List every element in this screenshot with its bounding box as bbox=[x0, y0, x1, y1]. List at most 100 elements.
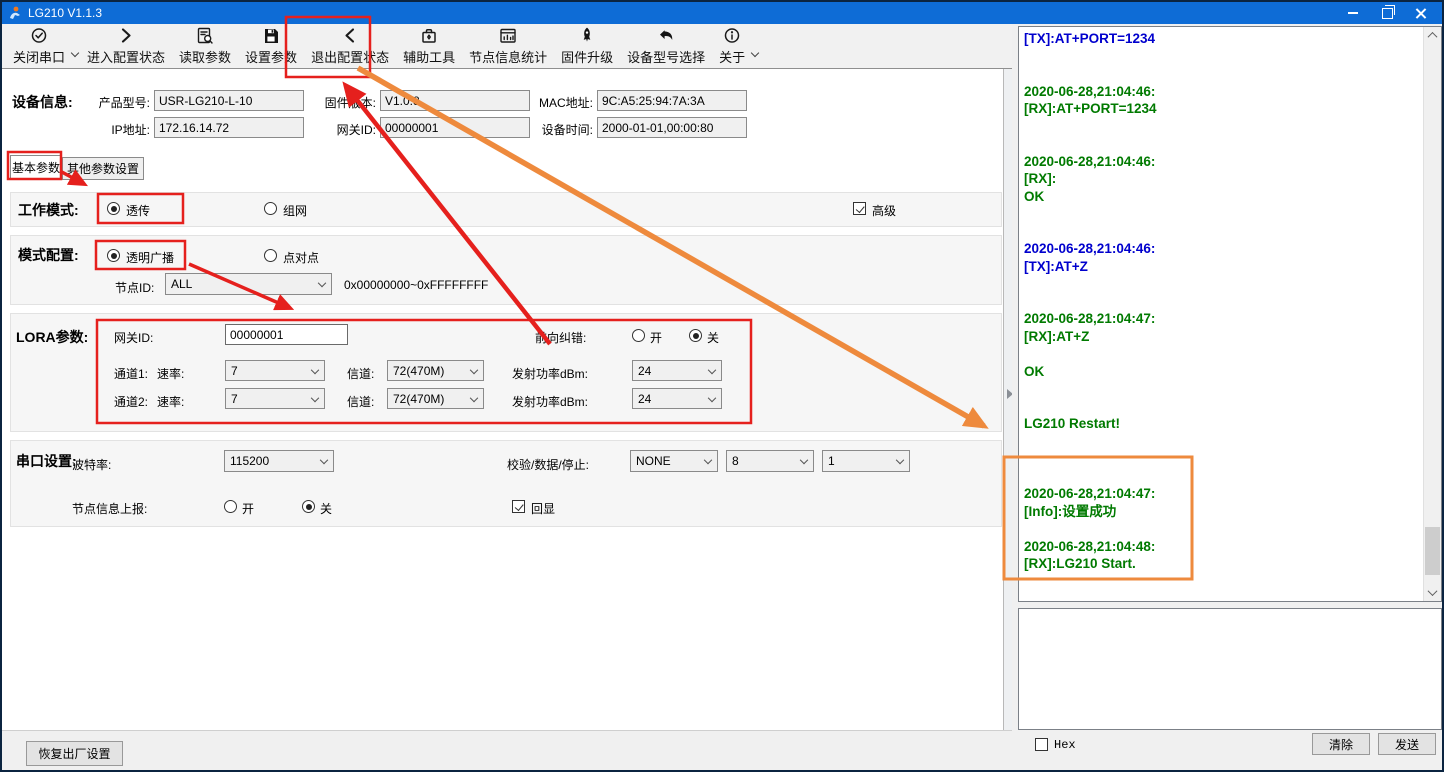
log-output[interactable]: [TX]:AT+PORT=12342020-06-28,21:04:46:[RX… bbox=[1018, 26, 1442, 602]
hex-checkbox[interactable] bbox=[1035, 738, 1048, 751]
radio-point-to-point[interactable] bbox=[264, 249, 277, 262]
toolbar-read-params-button[interactable]: 读取参数 bbox=[172, 24, 238, 68]
parity-select[interactable]: NONE bbox=[630, 450, 718, 472]
baud-select[interactable]: 115200 bbox=[224, 450, 334, 472]
toolbar-device-model-button[interactable]: 设备型号选择 bbox=[620, 24, 712, 68]
footer-strip bbox=[2, 730, 1012, 772]
log-line: [Info]:设置成功 bbox=[1024, 503, 1423, 521]
log-line bbox=[1024, 450, 1423, 468]
chevron-left-icon bbox=[340, 26, 360, 46]
log-line: 2020-06-28,21:04:47: bbox=[1024, 310, 1423, 328]
minimize-button[interactable] bbox=[1336, 2, 1370, 24]
chevron-down-icon bbox=[896, 456, 904, 464]
log-line bbox=[1024, 380, 1423, 398]
toolbar-label: 固件升级 bbox=[561, 47, 613, 66]
radio-report-on[interactable] bbox=[224, 500, 237, 513]
toolbar-label: 设置参数 bbox=[245, 47, 297, 66]
power2-label: 发射功率dBm: bbox=[512, 393, 588, 410]
tab-other-params[interactable]: 其他参数设置 bbox=[62, 157, 144, 180]
close-button[interactable] bbox=[1404, 2, 1438, 24]
send-button[interactable]: 发送 bbox=[1378, 733, 1436, 755]
restore-icon bbox=[1382, 8, 1393, 19]
channel2-freq-label: 信道: bbox=[347, 393, 374, 410]
log-line: 2020-06-28,21:04:47: bbox=[1024, 485, 1423, 503]
scroll-up-button[interactable] bbox=[1424, 27, 1441, 44]
toolbar-aux-tools-button[interactable]: 辅助工具 bbox=[396, 24, 462, 68]
radio-label-fec-off: 关 bbox=[707, 329, 719, 346]
node-id-range: 0x00000000~0xFFFFFFFF bbox=[344, 278, 488, 292]
window-title: LG210 V1.1.3 bbox=[28, 6, 102, 20]
toolbar-label: 读取参数 bbox=[179, 47, 231, 66]
node-id-value: ALL bbox=[171, 277, 192, 291]
check-circle-icon bbox=[29, 26, 49, 46]
log-scrollbar[interactable] bbox=[1423, 27, 1441, 601]
tab-basic-params[interactable]: 基本参数 bbox=[10, 155, 62, 180]
maximize-button[interactable] bbox=[1370, 2, 1404, 24]
toolbar-close-serial-button[interactable]: 关闭串口 bbox=[6, 24, 72, 68]
radio-label-fec-on: 开 bbox=[650, 329, 662, 346]
chevron-down-icon bbox=[71, 49, 79, 57]
mode-config-title: 模式配置: bbox=[18, 245, 79, 265]
scroll-down-button[interactable] bbox=[1424, 584, 1441, 601]
toolbar-node-stats-button[interactable]: 节点信息统计 bbox=[462, 24, 554, 68]
radio-report-off[interactable] bbox=[302, 500, 315, 513]
field-label-ip-address: IP地址: bbox=[60, 121, 150, 138]
parity-data-stop-label: 校验/数据/停止: bbox=[507, 456, 589, 473]
toolbar-label: 节点信息统计 bbox=[469, 47, 547, 66]
log-line: 2020-06-28,21:04:46: bbox=[1024, 240, 1423, 258]
toolbar-set-params-button[interactable]: 设置参数 bbox=[238, 24, 304, 68]
rate1-select[interactable]: 7 bbox=[225, 360, 325, 381]
radio-fec-on[interactable] bbox=[632, 329, 645, 342]
echo-checkbox[interactable] bbox=[512, 500, 525, 513]
toolbar-about-button[interactable]: 关于 bbox=[712, 24, 752, 68]
radio-fec-off[interactable] bbox=[689, 329, 702, 342]
advanced-checkbox[interactable] bbox=[853, 202, 866, 215]
mac-address-field[interactable]: 9C:A5:25:94:7A:3A bbox=[597, 90, 747, 111]
send-input[interactable] bbox=[1018, 608, 1442, 730]
toolbar-firmware-upgrade-button[interactable]: 固件升级 bbox=[554, 24, 620, 68]
baud-value: 115200 bbox=[230, 454, 269, 468]
log-line: [RX]:AT+Z bbox=[1024, 328, 1423, 346]
scrollbar-thumb[interactable] bbox=[1425, 527, 1440, 575]
baud-label: 波特率: bbox=[72, 456, 111, 473]
back-arrow-icon bbox=[656, 26, 676, 46]
power1-select[interactable]: 24 bbox=[632, 360, 722, 381]
radio-transparent-broadcast[interactable] bbox=[107, 249, 120, 262]
field-label-mac-address: MAC地址: bbox=[497, 94, 593, 111]
product-model-field[interactable]: USR-LG210-L-10 bbox=[154, 90, 304, 111]
node-report-label: 节点信息上报: bbox=[72, 500, 147, 517]
rate1-value: 7 bbox=[231, 364, 238, 378]
chevron-down-icon bbox=[751, 49, 759, 57]
rate2-select[interactable]: 7 bbox=[225, 388, 325, 409]
close-serial-dropdown[interactable] bbox=[72, 24, 80, 68]
node-id-label: 节点ID: bbox=[115, 279, 154, 296]
log-line: [TX]:AT+Z bbox=[1024, 258, 1423, 276]
ip-address-field[interactable]: 172.16.14.72 bbox=[154, 117, 304, 138]
radio-label-report-off: 关 bbox=[320, 500, 332, 517]
factory-reset-button[interactable]: 恢复出厂设置 bbox=[26, 741, 123, 766]
channel2-select[interactable]: 72(470M) bbox=[387, 388, 484, 409]
toolbar-enter-config-button[interactable]: 进入配置状态 bbox=[80, 24, 172, 68]
chevron-down-icon bbox=[311, 393, 319, 401]
device-time-field[interactable]: 2000-01-01,00:00:80 bbox=[597, 117, 747, 138]
field-label-device-time: 设备时间: bbox=[497, 121, 593, 138]
work-mode-title: 工作模式: bbox=[18, 200, 79, 220]
chevron-down-icon bbox=[1428, 586, 1438, 596]
clear-button[interactable]: 清除 bbox=[1312, 733, 1370, 755]
channel1-select[interactable]: 72(470M) bbox=[387, 360, 484, 381]
databits-select[interactable]: 8 bbox=[726, 450, 814, 472]
power2-select[interactable]: 24 bbox=[632, 388, 722, 409]
stopbits-select[interactable]: 1 bbox=[822, 450, 910, 472]
chevron-down-icon bbox=[708, 393, 716, 401]
chevron-up-icon bbox=[1428, 32, 1438, 42]
about-dropdown[interactable] bbox=[752, 24, 760, 68]
field-label-firmware-version: 固件版本: bbox=[286, 94, 376, 111]
log-line: 2020-06-28,21:04:46: bbox=[1024, 83, 1423, 101]
chevron-down-icon bbox=[470, 365, 478, 373]
radio-network-mode[interactable] bbox=[264, 202, 277, 215]
node-id-select[interactable]: ALL bbox=[165, 273, 332, 295]
toolbar-exit-config-button[interactable]: 退出配置状态 bbox=[304, 24, 396, 68]
radio-transparent-mode[interactable] bbox=[107, 202, 120, 215]
lora-gateway-id-input[interactable]: 00000001 bbox=[225, 324, 348, 345]
log-line: 2020-06-28,21:04:46: bbox=[1024, 153, 1423, 171]
